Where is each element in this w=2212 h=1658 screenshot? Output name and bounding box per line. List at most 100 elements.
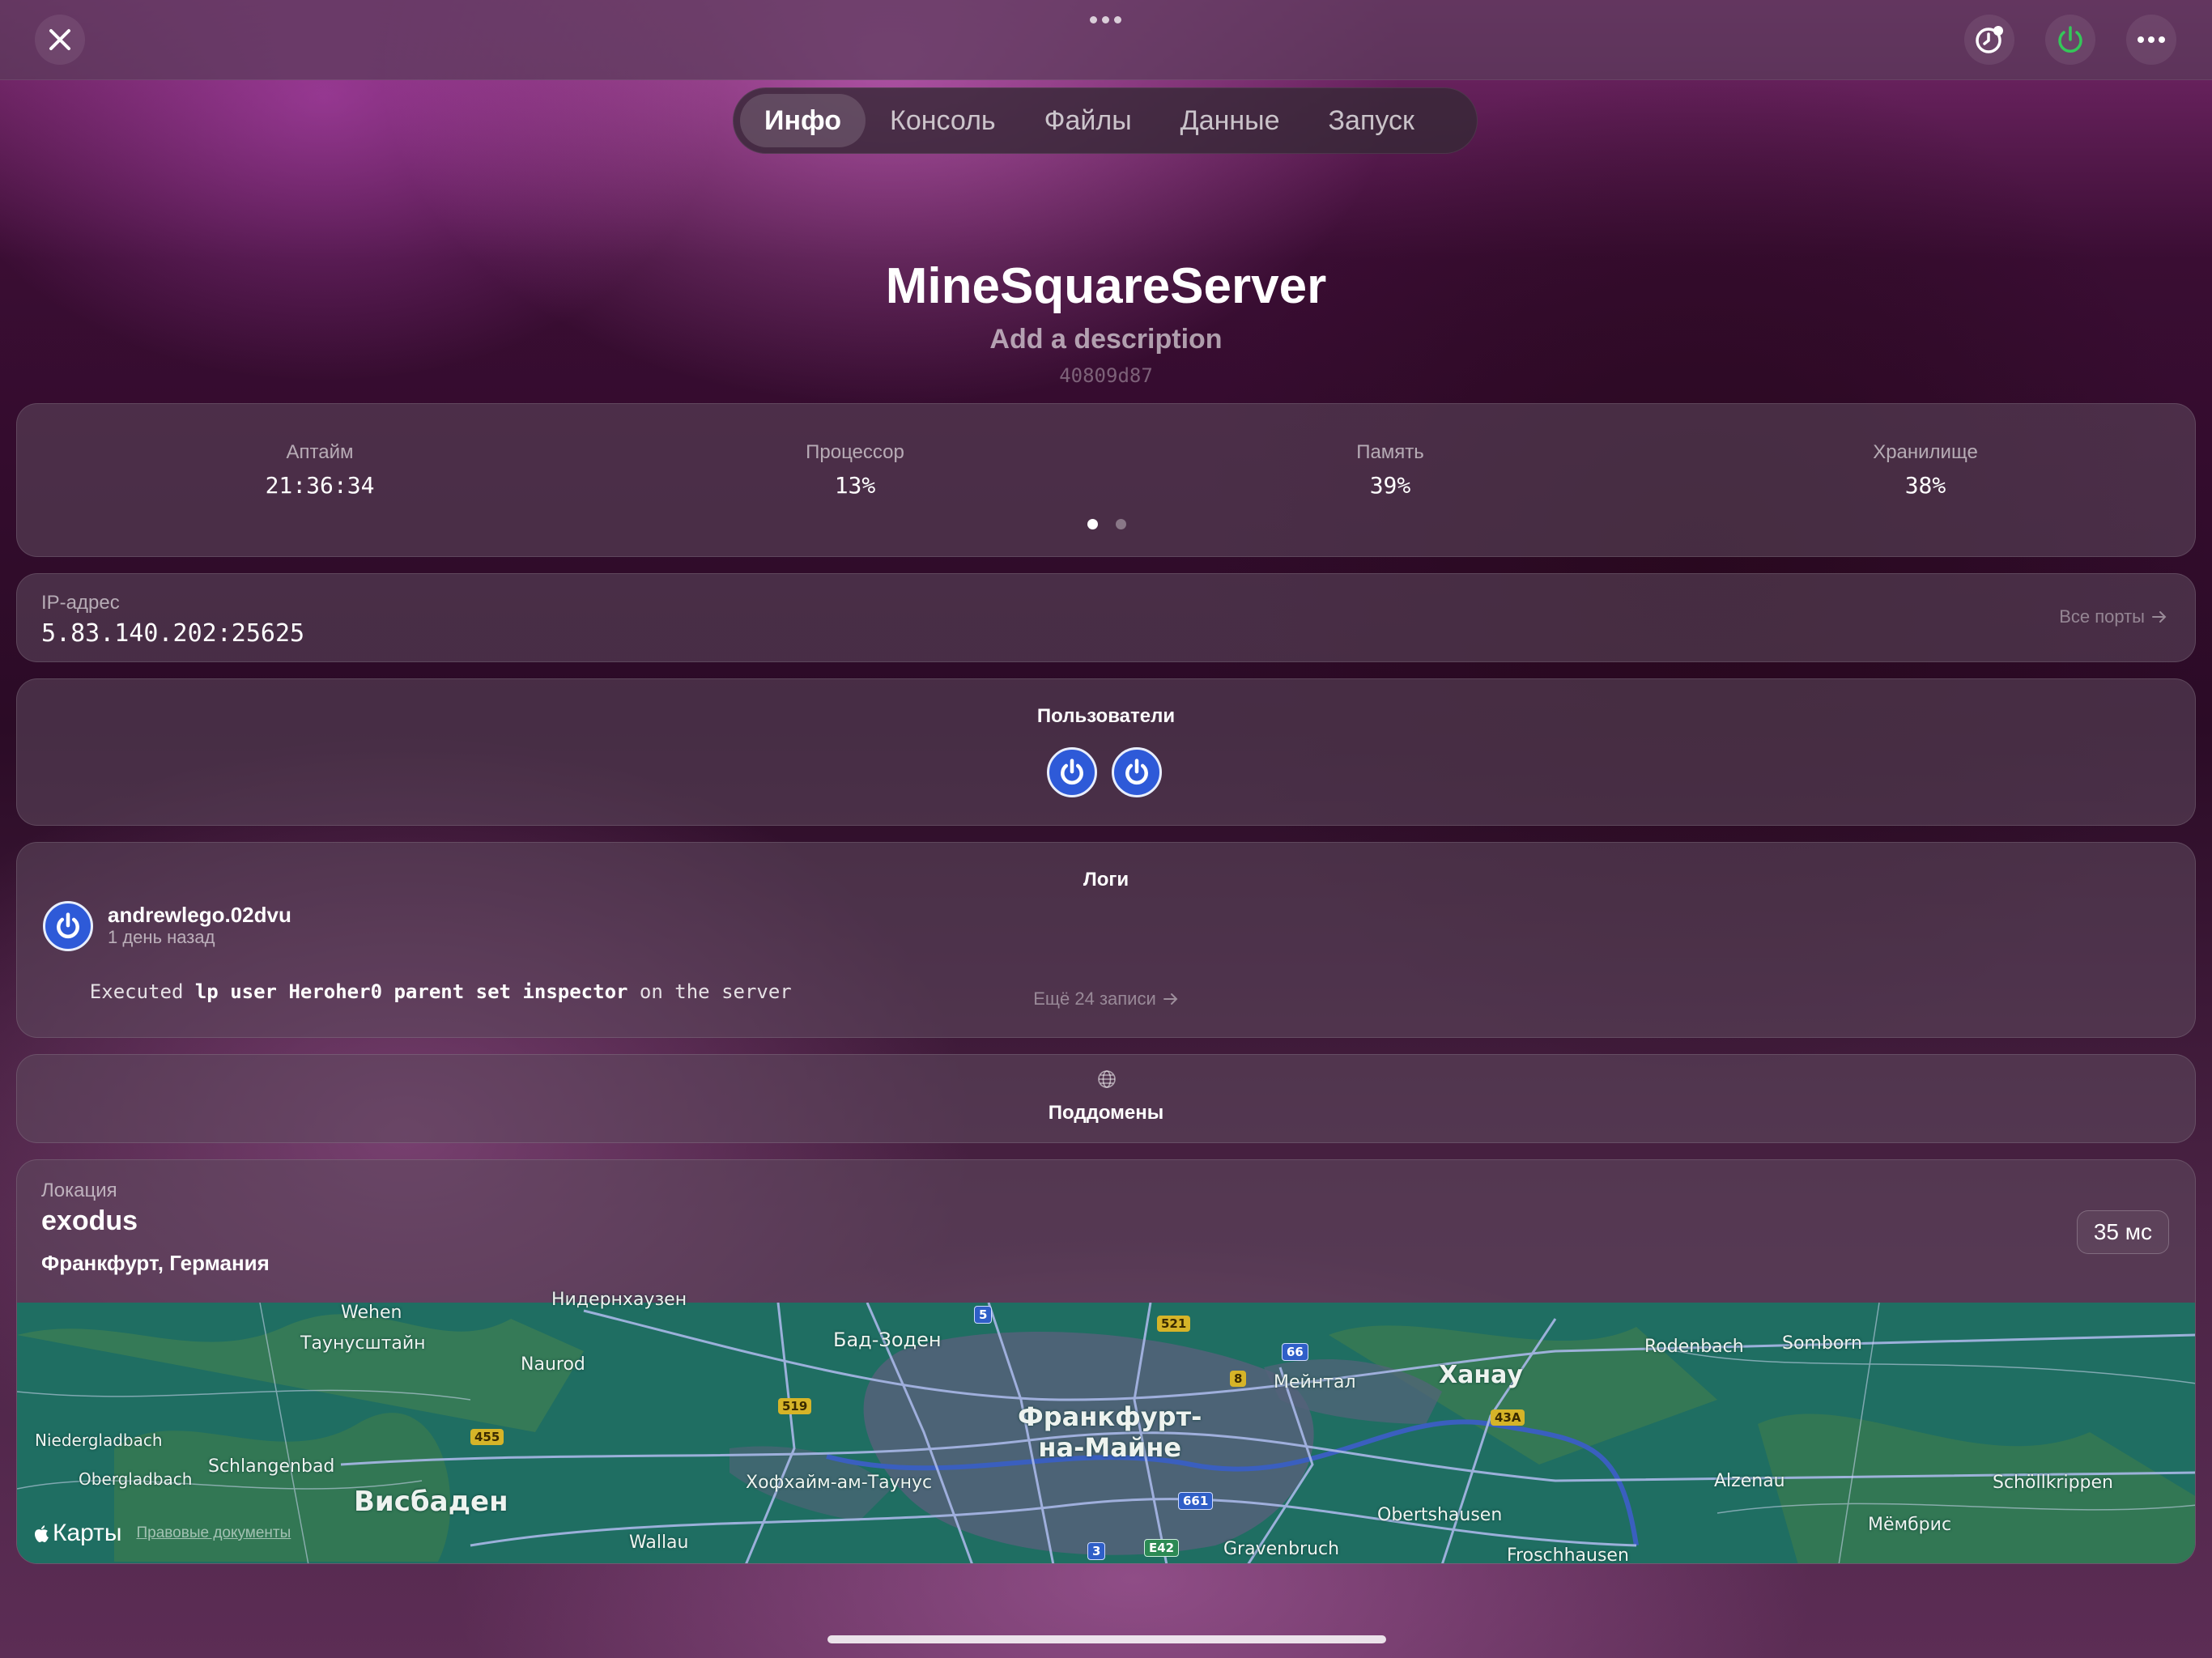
highway-shield: 3 <box>1087 1542 1106 1560</box>
map-label-schlangenbad: Schlangenbad <box>208 1456 335 1477</box>
map-label-alzenau: Alzenau <box>1714 1471 1785 1491</box>
maps-brand-label: Карты <box>53 1520 122 1546</box>
all-ports-link[interactable]: Все порты <box>2059 606 2167 627</box>
tab-files[interactable]: Файлы <box>1020 94 1156 147</box>
highway-shield: 661 <box>1178 1492 1214 1510</box>
tab-info[interactable]: Инфо <box>740 94 866 147</box>
close-icon <box>49 29 70 50</box>
map-label-hofheim: Хофхайм-ам-Таунус <box>746 1473 933 1493</box>
server-id: 40809d87 <box>1059 364 1153 387</box>
location-map[interactable]: Wehen Таунусштайн Нидернхаузен Naurod Ба… <box>17 1290 2195 1564</box>
location-city: Франкфурт, Германия <box>41 1251 270 1275</box>
maps-brand: Карты <box>33 1520 122 1547</box>
map-label-mombris: Мёмбрис <box>1868 1515 1952 1535</box>
ip-label: IP-адрес <box>41 592 120 614</box>
maps-attribution: Карты Правовые документы <box>33 1520 291 1547</box>
logs-card[interactable]: Логи andrewlego.02dvu 1 день назад Execu… <box>16 842 2196 1038</box>
highway-shield: 455 <box>470 1429 504 1445</box>
stat-label: Аптайм <box>286 441 354 463</box>
log-time: 1 день назад <box>108 927 215 947</box>
map-label-schoellkrippen: Schöllkrippen <box>1993 1473 2113 1493</box>
map-label-wiesbaden: Висбаден <box>354 1486 508 1518</box>
ellipsis-icon <box>2138 36 2165 43</box>
avatar[interactable] <box>1047 747 1097 797</box>
clock-badge-icon <box>1976 26 2003 53</box>
map-label-gravenbruch: Gravenbruch <box>1223 1539 1340 1559</box>
stat-uptime: Аптайм 21:36:34 <box>198 441 441 499</box>
power-icon <box>1061 759 1083 784</box>
power-button[interactable] <box>2045 15 2095 65</box>
stat-storage: Хранилище 38% <box>1804 441 2047 499</box>
more-handle[interactable] <box>1085 11 1125 28</box>
power-icon <box>2058 26 2082 53</box>
logs-title: Логи <box>1083 869 1129 891</box>
stat-value: 21:36:34 <box>265 472 375 499</box>
ping-badge: 35 мс <box>2076 1210 2169 1254</box>
map-label-bad-soden: Бад-Зоден <box>833 1329 942 1351</box>
avatar[interactable] <box>1112 747 1162 797</box>
highway-shield: 519 <box>778 1398 812 1414</box>
arrow-right-icon <box>2152 611 2167 623</box>
more-options-button[interactable] <box>2126 15 2176 65</box>
all-ports-label: Все порты <box>2059 606 2145 627</box>
tab-data[interactable]: Данные <box>1156 94 1304 147</box>
stat-label: Память <box>1356 441 1424 463</box>
map-label-wallau: Wallau <box>629 1533 689 1553</box>
legal-link[interactable]: Правовые документы <box>137 1524 291 1542</box>
stat-memory: Память 39% <box>1269 441 1512 499</box>
globe-icon <box>1097 1069 1117 1093</box>
page-indicator[interactable] <box>1087 519 1126 529</box>
map-label-somborn: Somborn <box>1782 1333 1862 1354</box>
stats-card[interactable]: Аптайм 21:36:34 Процессор 13% Память 39%… <box>16 403 2196 557</box>
arrow-right-icon <box>1163 993 1178 1005</box>
map-label-niedernhausen: Нидернхаузен <box>551 1290 687 1310</box>
log-user: andrewlego.02dvu <box>108 903 291 927</box>
map-label-naurod: Naurod <box>521 1354 585 1375</box>
subdomains-card[interactable]: Поддомены <box>16 1054 2196 1143</box>
highway-shield: E42 <box>1144 1539 1180 1557</box>
map-label-rodenbach: Rodenbach <box>1644 1337 1744 1357</box>
stat-label: Процессор <box>806 441 904 463</box>
map-label-obertshausen: Obertshausen <box>1377 1505 1503 1525</box>
highway-shield: 521 <box>1157 1316 1191 1332</box>
stat-cpu: Процессор 13% <box>734 441 976 499</box>
stat-value: 13% <box>834 472 876 499</box>
map-label-niedergladbach: Niedergladbach <box>35 1431 163 1450</box>
location-node: exodus <box>41 1205 138 1236</box>
map-label-froschhausen: Froschhausen <box>1507 1545 1629 1564</box>
tab-startup[interactable]: Запуск <box>1304 94 1439 147</box>
map-label-frankfurt: Франкфурт- на-Майне <box>1018 1401 1202 1463</box>
stat-value: 39% <box>1369 472 1411 499</box>
location-card[interactable]: Локация exodus Франкфурт, Германия 35 мс <box>16 1159 2196 1564</box>
home-indicator[interactable] <box>827 1635 1386 1643</box>
highway-shield: 43A <box>1491 1409 1525 1426</box>
highway-shield: 5 <box>974 1306 993 1324</box>
location-label: Локация <box>41 1180 117 1201</box>
highway-shield: 66 <box>1282 1343 1308 1361</box>
ip-card[interactable]: IP-адрес 5.83.140.202:25625 Все порты <box>16 573 2196 662</box>
close-button[interactable] <box>35 15 85 65</box>
server-description[interactable]: Add a description <box>0 324 2212 355</box>
ip-address[interactable]: 5.83.140.202:25625 <box>41 619 304 648</box>
users-card[interactable]: Пользователи <box>16 678 2196 826</box>
more-logs-link[interactable]: Ещё 24 записи <box>17 988 2195 1010</box>
tab-bar: Инфо Консоль Файлы Данные Запуск <box>733 87 1478 154</box>
more-logs-label: Ещё 24 записи <box>1033 988 1156 1009</box>
power-icon <box>1125 759 1148 784</box>
map-label-taunusstein: Таунусштайн <box>300 1333 426 1354</box>
avatar <box>43 901 93 951</box>
tab-console[interactable]: Консоль <box>866 94 1020 147</box>
apple-logo-icon <box>35 1525 49 1542</box>
stat-value: 38% <box>1904 472 1946 499</box>
top-bar <box>0 0 2212 80</box>
map-label-maintal: Мейнтал <box>1274 1372 1356 1392</box>
server-name[interactable]: MineSquareServer <box>0 257 2212 315</box>
schedule-button[interactable] <box>1964 15 2014 65</box>
users-title: Пользователи <box>1036 705 1176 727</box>
user-avatars <box>1047 747 1162 797</box>
subdomains-title: Поддомены <box>1048 1102 1164 1124</box>
map-label-wehen: Wehen <box>341 1303 402 1323</box>
power-icon <box>57 912 79 938</box>
stat-label: Хранилище <box>1873 441 1978 463</box>
map-label-obergladbach: Obergladbach <box>79 1469 193 1489</box>
